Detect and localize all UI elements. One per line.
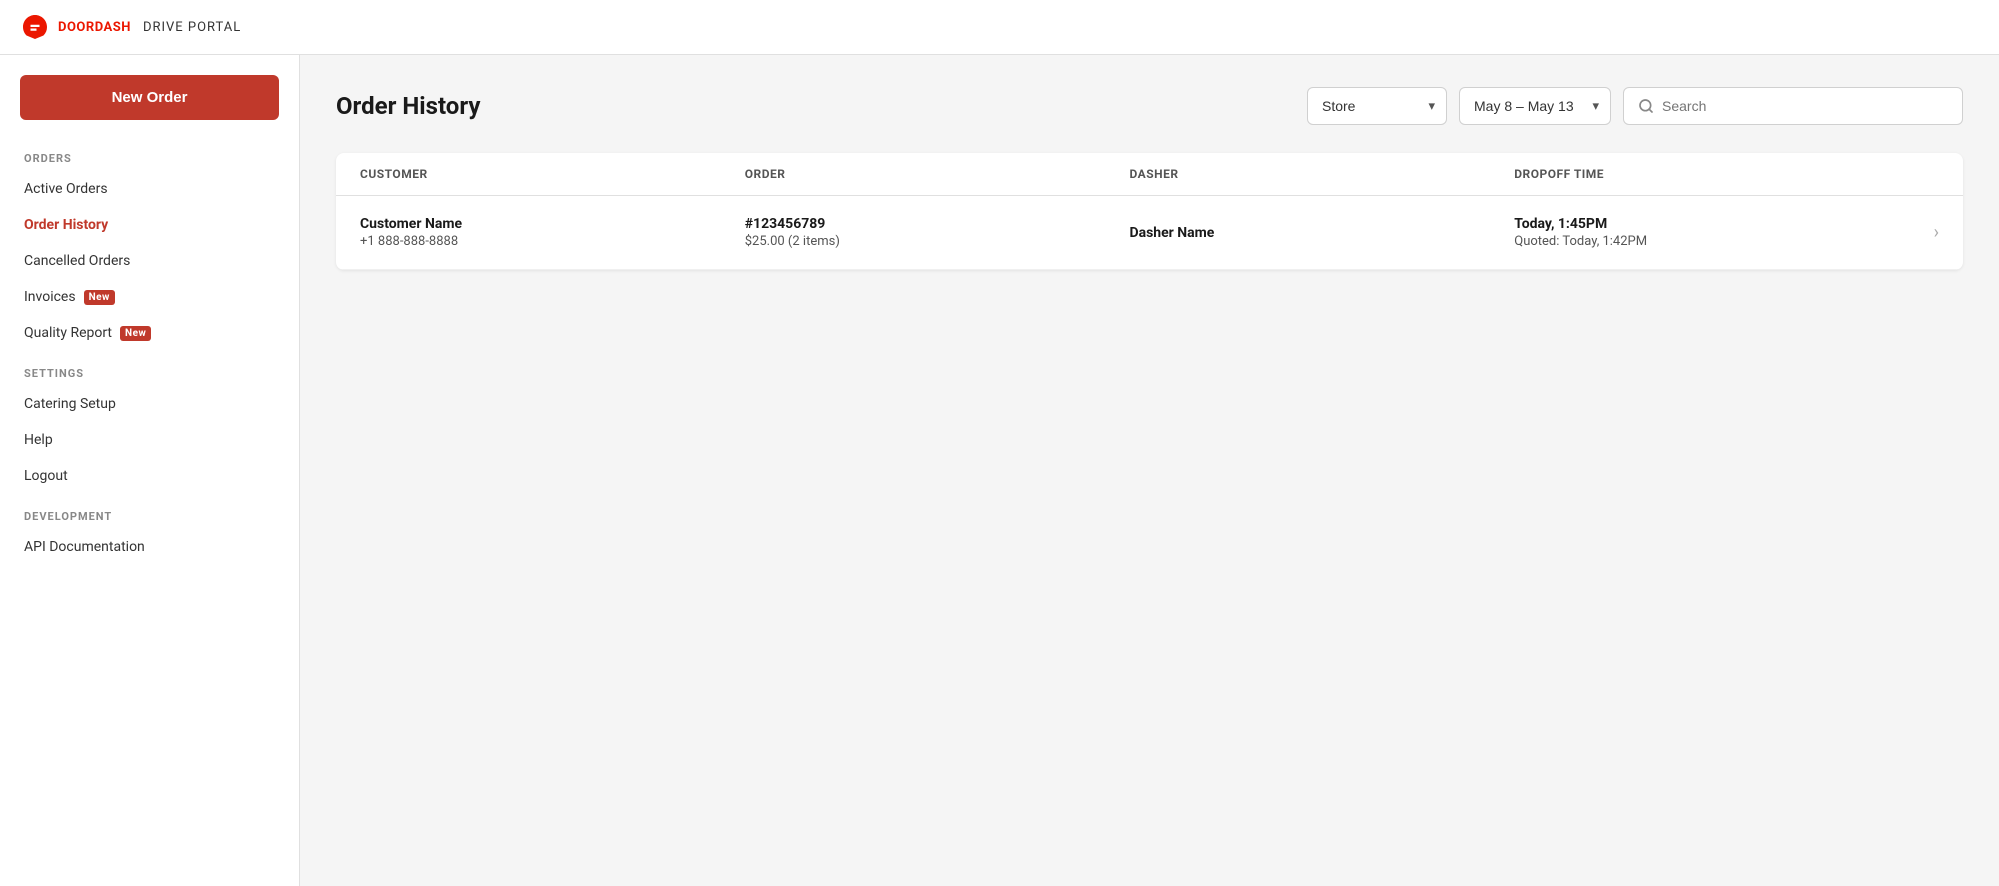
date-filter[interactable]: May 8 – May 13 <box>1459 87 1611 125</box>
page-title: Order History <box>336 92 1291 120</box>
sidebar-item-quality-report[interactable]: Quality Report New <box>0 315 299 351</box>
app-layout: New Order ORDERS Active Orders Order Histo… <box>0 55 1999 886</box>
order-cell: #123456789 $25.00 (2 items) <box>745 216 1130 249</box>
section-label-development: DEVELOPMENT <box>0 502 299 529</box>
customer-phone: +1 888-888-8888 <box>360 234 745 249</box>
sidebar-item-label-logout: Logout <box>24 468 68 484</box>
sidebar-item-api-docs[interactable]: API Documentation <box>0 529 299 565</box>
sidebar-item-label-help: Help <box>24 432 53 448</box>
sidebar-item-label-quality-report: Quality Report <box>24 325 112 341</box>
dropoff-time: Today, 1:45PM <box>1514 216 1899 232</box>
dasher-name: Dasher Name <box>1130 225 1515 241</box>
new-order-button[interactable]: New Order <box>20 75 279 120</box>
dropoff-quoted: Quoted: Today, 1:42PM <box>1514 234 1899 249</box>
dasher-cell: Dasher Name <box>1130 225 1515 241</box>
search-box <box>1623 87 1963 125</box>
col-dropoff: DROPOFF TIME <box>1514 167 1899 181</box>
sidebar-item-label-api-docs: API Documentation <box>24 539 145 555</box>
col-chevron <box>1899 167 1939 181</box>
date-filter-wrapper: May 8 – May 13 <box>1459 87 1611 125</box>
section-label-settings: SETTINGS <box>0 359 299 386</box>
store-filter-wrapper: Store <box>1307 87 1447 125</box>
portal-label: DRIVE PORTAL <box>143 20 241 35</box>
col-order: ORDER <box>745 167 1130 181</box>
sidebar-item-invoices[interactable]: Invoices New <box>0 279 299 315</box>
col-dasher: DASHER <box>1130 167 1515 181</box>
order-amount: $25.00 (2 items) <box>745 234 1130 249</box>
col-customer: CUSTOMER <box>360 167 745 181</box>
sidebar-item-active-orders[interactable]: Active Orders <box>0 171 299 207</box>
dropoff-cell: Today, 1:45PM Quoted: Today, 1:42PM <box>1514 216 1899 249</box>
badge-invoices: New <box>84 290 115 305</box>
sidebar-item-label-order-history: Order History <box>24 217 108 233</box>
table-rows: Customer Name +1 888-888-8888 #123456789… <box>336 196 1963 270</box>
customer-cell: Customer Name +1 888-888-8888 <box>360 216 745 249</box>
chevron-right-icon: › <box>1899 222 1939 243</box>
sidebar-item-logout[interactable]: Logout <box>0 458 299 494</box>
sidebar: New Order ORDERS Active Orders Order Histo… <box>0 55 300 886</box>
search-icon <box>1638 98 1654 114</box>
customer-name: Customer Name <box>360 216 745 232</box>
sidebar-sections: ORDERS Active Orders Order History Cancelle… <box>0 144 299 565</box>
section-label-orders: ORDERS <box>0 144 299 171</box>
badge-quality-report: New <box>120 326 151 341</box>
order-id: #123456789 <box>745 216 1130 232</box>
doordash-icon <box>20 12 50 42</box>
table-row[interactable]: Customer Name +1 888-888-8888 #123456789… <box>336 196 1963 270</box>
logo: DOORDASH DRIVE PORTAL <box>20 12 241 42</box>
sidebar-item-label-invoices: Invoices <box>24 289 76 305</box>
sidebar-item-order-history[interactable]: Order History <box>0 207 299 243</box>
sidebar-item-label-cancelled-orders: Cancelled Orders <box>24 253 130 269</box>
sidebar-item-help[interactable]: Help <box>0 422 299 458</box>
table-header: CUSTOMER ORDER DASHER DROPOFF TIME <box>336 153 1963 196</box>
sidebar-item-cancelled-orders[interactable]: Cancelled Orders <box>0 243 299 279</box>
sidebar-item-catering-setup[interactable]: Catering Setup <box>0 386 299 422</box>
sidebar-item-label-catering-setup: Catering Setup <box>24 396 116 412</box>
orders-table: CUSTOMER ORDER DASHER DROPOFF TIME Custo… <box>336 153 1963 270</box>
page-header: Order History Store May 8 – May 13 <box>336 87 1963 125</box>
top-nav: DOORDASH DRIVE PORTAL <box>0 0 1999 55</box>
filter-group: Store May 8 – May 13 <box>1307 87 1963 125</box>
main-content: Order History Store May 8 – May 13 <box>300 55 1999 886</box>
search-input[interactable] <box>1662 98 1948 114</box>
brand-name: DOORDASH <box>58 20 131 35</box>
store-filter[interactable]: Store <box>1307 87 1447 125</box>
sidebar-item-label-active-orders: Active Orders <box>24 181 108 197</box>
